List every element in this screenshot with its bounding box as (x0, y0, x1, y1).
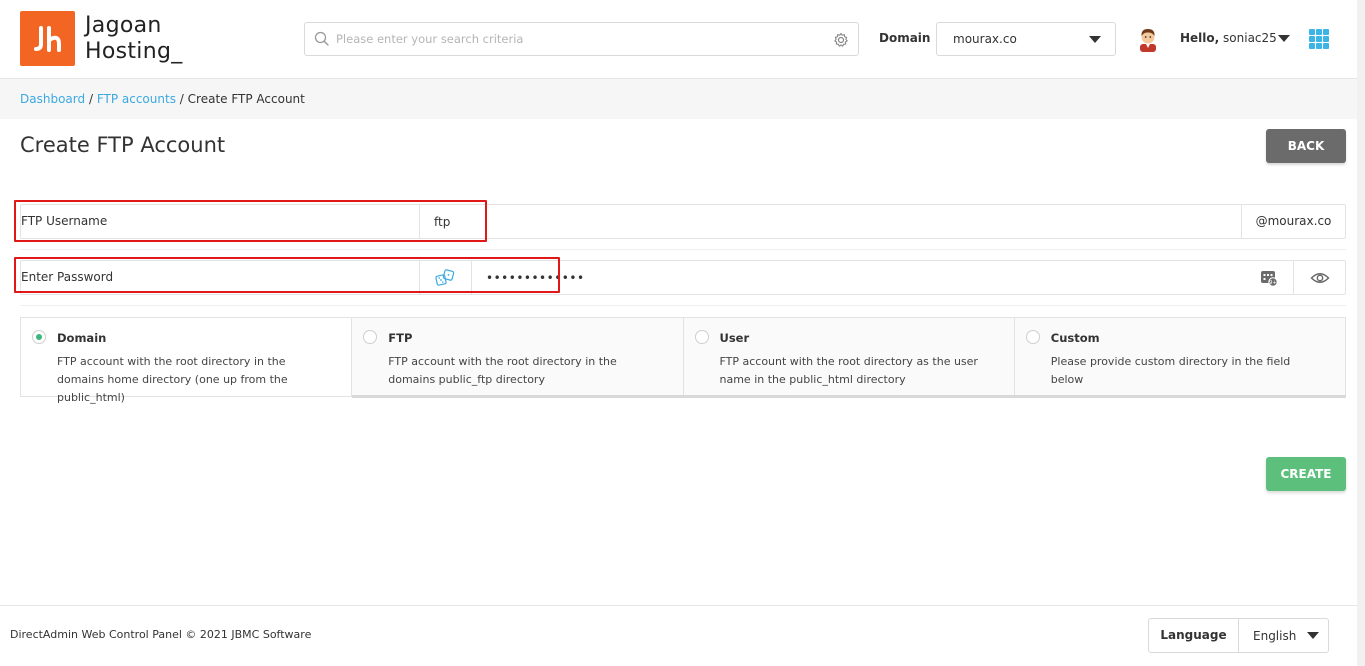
directory-options: Domain FTP account with the root directo… (20, 317, 1346, 404)
apps-grid-icon[interactable] (1309, 29, 1329, 49)
eye-icon[interactable] (1310, 270, 1330, 286)
chevron-down-icon (1089, 36, 1101, 43)
radio-ftp[interactable] (363, 330, 378, 344)
page-scrollbar[interactable] (1357, 0, 1365, 666)
options-underline (352, 395, 1346, 398)
breadcrumb-separator: / (179, 92, 184, 106)
option-title: Custom (1050, 331, 1100, 345)
domain-select[interactable]: mourax.co (936, 22, 1116, 56)
footer-copyright: DirectAdmin Web Control Panel © 2021 JBM… (10, 628, 312, 641)
ftp-username-input[interactable] (434, 212, 1234, 231)
generate-password-dice-icon[interactable] (435, 269, 455, 287)
ftp-username-row: FTP Username @mourax.co (20, 204, 1346, 239)
search-icon (314, 31, 329, 46)
create-button[interactable]: CREATE (1266, 457, 1346, 491)
username-text: soniac25 (1223, 31, 1277, 45)
row-separator (20, 249, 1346, 250)
page-title: Create FTP Account (20, 133, 226, 157)
password-input[interactable] (486, 268, 1186, 287)
option-description: FTP account with the root directory as t… (719, 355, 978, 386)
greeting-text: Hello, (1180, 31, 1220, 45)
option-user[interactable]: User FTP account with the root directory… (683, 318, 1015, 396)
logo-line-1: Jagoan (85, 12, 162, 38)
svg-text:9+: 9+ (1269, 280, 1277, 286)
row-divider (471, 261, 472, 294)
option-ftp[interactable]: FTP FTP account with the root directory … (352, 318, 684, 396)
radio-custom[interactable] (1025, 330, 1040, 344)
password-label: Enter Password (21, 270, 114, 284)
breadcrumb-current: Create FTP Account (187, 92, 305, 106)
option-title: FTP (388, 331, 413, 345)
row-divider (1293, 261, 1294, 294)
footer: DirectAdmin Web Control Panel © 2021 JBM… (0, 605, 1365, 666)
top-header: Jagoan Hosting_ Domain mourax.co Hello, … (0, 0, 1365, 79)
ftp-username-label: FTP Username (21, 214, 108, 228)
logo-line-2: Hosting_ (85, 38, 183, 64)
row-separator (20, 305, 1346, 306)
option-domain[interactable]: Domain FTP account with the root directo… (21, 318, 353, 404)
gear-icon[interactable] (833, 32, 849, 48)
logo-text: Jagoan Hosting_ (85, 13, 183, 65)
avatar-icon[interactable] (1136, 26, 1160, 52)
domain-label: Domain (879, 31, 931, 45)
option-custom[interactable]: Custom Please provide custom directory i… (1014, 318, 1345, 396)
breadcrumb-ftp-accounts[interactable]: FTP accounts (97, 92, 176, 106)
back-button[interactable]: BACK (1266, 129, 1346, 163)
breadcrumb-dashboard[interactable]: Dashboard (20, 92, 85, 106)
search-box[interactable] (304, 22, 859, 56)
logo-mark-icon (20, 11, 75, 66)
row-divider (419, 261, 420, 294)
option-description: FTP account with the root directory in t… (388, 355, 617, 386)
breadcrumb-separator: / (88, 92, 93, 106)
row-divider (419, 205, 420, 238)
option-title: Domain (57, 331, 107, 345)
option-title: User (719, 331, 750, 345)
radio-user[interactable] (694, 330, 709, 344)
language-label: Language (1149, 619, 1239, 652)
logo[interactable]: Jagoan Hosting_ (20, 11, 183, 66)
password-row: Enter Password 9+ (20, 260, 1346, 295)
chevron-down-icon (1307, 632, 1319, 639)
search-input[interactable] (336, 30, 826, 48)
user-greeting[interactable]: Hello, soniac25 (1180, 31, 1277, 45)
language-selector[interactable]: Language English (1148, 618, 1329, 653)
radio-domain[interactable] (32, 330, 46, 344)
language-value: English (1253, 629, 1297, 643)
domain-suffix: @mourax.co (1241, 205, 1345, 238)
domain-select-value: mourax.co (953, 32, 1017, 46)
password-strength-icon[interactable]: 9+ (1260, 269, 1278, 287)
breadcrumb: Dashboard / FTP accounts / Create FTP Ac… (0, 79, 1365, 119)
option-description: FTP account with the root directory in t… (57, 355, 288, 404)
user-menu-chevron-down-icon[interactable] (1278, 35, 1290, 42)
option-description: Please provide custom directory in the f… (1050, 355, 1291, 386)
